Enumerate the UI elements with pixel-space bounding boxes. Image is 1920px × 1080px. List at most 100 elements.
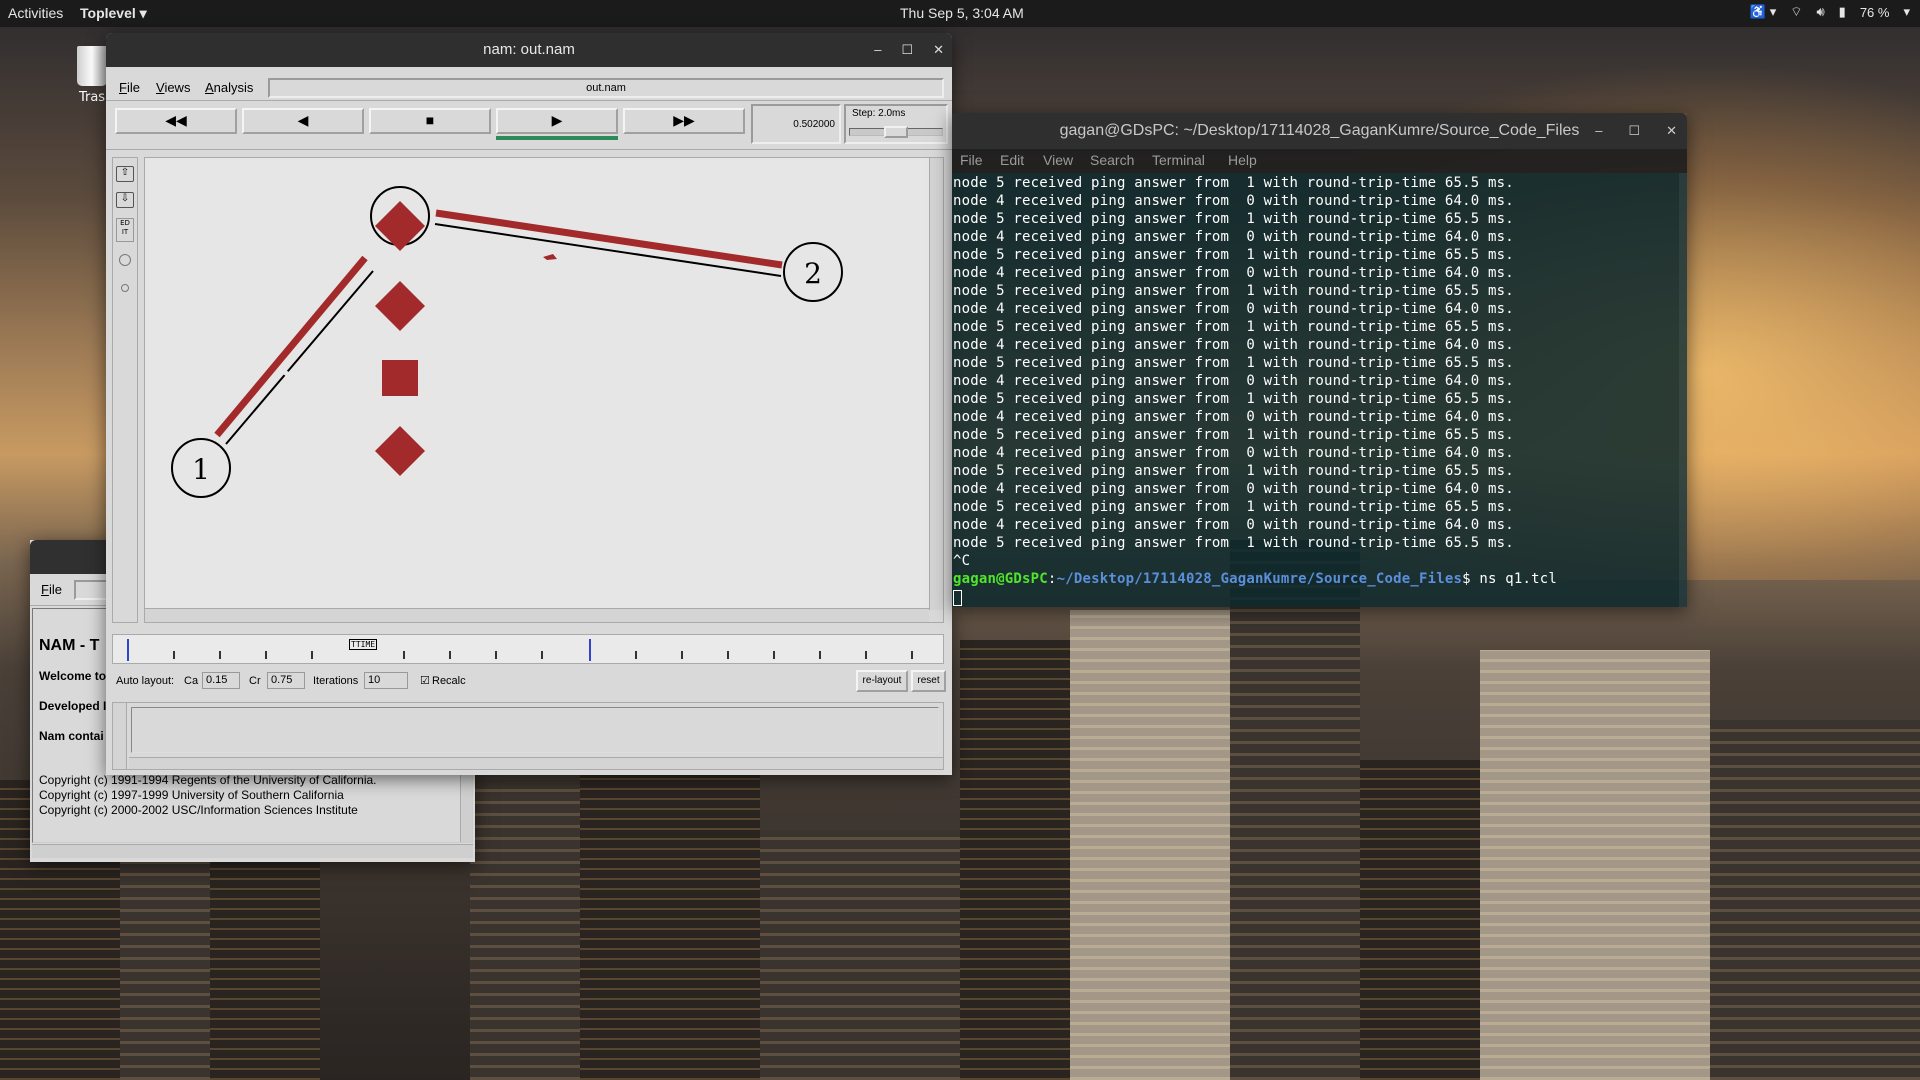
- terminal-line: node 4 received ping answer from 0 with …: [953, 409, 1514, 425]
- annotation-list[interactable]: [131, 707, 939, 753]
- terminal-menu-help[interactable]: Help: [1228, 152, 1257, 168]
- about-horizontal-scrollbar[interactable]: [32, 844, 473, 858]
- maximize-icon[interactable]: ☐: [1628, 113, 1640, 149]
- about-menu-file[interactable]: File: [41, 582, 62, 597]
- timeline-tick: [773, 651, 775, 659]
- terminal-line: node 5 received ping answer from 1 with …: [953, 355, 1514, 371]
- cr-input[interactable]: 0.75: [267, 672, 305, 689]
- queued-packet-diamond: [375, 426, 425, 476]
- stop-button[interactable]: ■: [369, 108, 491, 134]
- about-copyright-1: Copyright (c) 1991-1994 Regents of the U…: [39, 773, 377, 787]
- prompt-command: $ ns q1.tcl: [1462, 571, 1558, 587]
- node-tool-icon[interactable]: [119, 254, 131, 266]
- nam-menubar: File Views Analysis out.nam: [106, 67, 952, 101]
- rewind-button[interactable]: ◀◀: [115, 108, 237, 134]
- activities-button[interactable]: Activities: [8, 5, 63, 21]
- auto-layout-row: Auto layout: Ca 0.15 Cr 0.75 Iterations …: [106, 666, 952, 696]
- fast-forward-button[interactable]: ▶▶: [623, 108, 745, 134]
- terminal-line: node 5 received ping answer from 1 with …: [953, 211, 1514, 227]
- step-control[interactable]: Step: 2.0ms: [844, 104, 948, 144]
- edit-icon[interactable]: ED IT: [116, 218, 134, 242]
- canvas-vertical-scrollbar[interactable]: [929, 158, 943, 610]
- playback-bar: ◀◀ ◀ ■ ▶ ▶▶ 0.502000 Step: 2.0ms: [106, 102, 952, 150]
- app-menu-toplevel[interactable]: Toplevel ▾: [80, 5, 147, 22]
- timeline-tick: [495, 651, 497, 659]
- annotation-vertical-scrollbar[interactable]: [113, 703, 127, 769]
- zoom-out-icon[interactable]: ⇩: [116, 192, 134, 208]
- nam-main-window[interactable]: nam: out.nam – ☐ ✕ File Views Analysis o…: [106, 33, 952, 775]
- timeline-current-marker: [589, 639, 591, 661]
- relayout-button[interactable]: re-layout: [856, 670, 908, 692]
- about-developed: Developed I: [39, 699, 107, 713]
- nam-titlebar[interactable]: nam: out.nam – ☐ ✕: [106, 33, 952, 67]
- link-1-0: [225, 270, 374, 445]
- wallpaper-building: [1230, 540, 1360, 1080]
- terminal-line: node 5 received ping answer from 1 with …: [953, 463, 1514, 479]
- terminal-window[interactable]: gagan@GDsPC: ~/Desktop/17114028_GaganKum…: [952, 113, 1687, 607]
- menu-analysis[interactable]: Analysis: [205, 80, 253, 95]
- play-active-indicator: [496, 136, 618, 140]
- iterations-value: 10: [368, 674, 381, 686]
- iterations-label: Iterations: [313, 675, 359, 687]
- accessibility-icon: ♿ ▾: [1749, 4, 1777, 19]
- timeline[interactable]: TTIME: [112, 634, 944, 664]
- terminal-menu-edit[interactable]: Edit: [1000, 152, 1024, 168]
- timeline-tick: [219, 651, 221, 659]
- menu-file[interactable]: File: [119, 80, 140, 95]
- terminal-menu-view[interactable]: View: [1043, 152, 1073, 168]
- about-copyright-3: Copyright (c) 2000-2002 USC/Information …: [39, 803, 358, 817]
- network-canvas[interactable]: 1 2: [145, 158, 929, 610]
- clock[interactable]: Thu Sep 5, 3:04 AM: [900, 5, 1024, 21]
- about-contains: Nam contai: [39, 729, 104, 743]
- terminal-output[interactable]: node 5 received ping answer from 1 with …: [952, 173, 1687, 607]
- wallpaper-building: [1360, 760, 1480, 1080]
- timeline-tick: [173, 651, 175, 659]
- system-tray[interactable]: ♿ ▾ ⌔ 🔊︎ ▮ 76 % ▾: [1750, 4, 1910, 20]
- minimize-icon[interactable]: –: [874, 33, 881, 67]
- timeline-tick: [681, 651, 683, 659]
- step-slider-thumb[interactable]: [884, 126, 908, 138]
- timeline-tick: [865, 651, 867, 659]
- wallpaper-building: [1070, 610, 1230, 1080]
- recalc-label: Recalc: [432, 675, 466, 687]
- annotation-panel[interactable]: [112, 702, 944, 770]
- timeline-tick: [819, 651, 821, 659]
- recalc-checkbox[interactable]: ☑: [420, 674, 430, 687]
- terminal-line: node 5 received ping answer from 1 with …: [953, 175, 1514, 191]
- wallpaper-building: [960, 640, 1070, 1080]
- close-icon[interactable]: ✕: [1666, 113, 1677, 149]
- terminal-titlebar[interactable]: gagan@GDsPC: ~/Desktop/17114028_GaganKum…: [952, 113, 1687, 149]
- prompt-user: gagan@GDsPC: [953, 571, 1048, 587]
- annotation-horizontal-scrollbar[interactable]: [129, 757, 943, 769]
- terminal-scrollbar[interactable]: [1679, 173, 1687, 607]
- nam-window-title: nam: out.nam: [483, 41, 575, 58]
- menu-views[interactable]: Views: [156, 80, 190, 95]
- wallpaper-building: [760, 830, 960, 1080]
- close-icon[interactable]: ✕: [933, 33, 944, 67]
- iterations-input[interactable]: 10: [364, 672, 408, 689]
- rewind-icon: ◀◀: [165, 112, 187, 128]
- terminal-line: node 4 received ping answer from 0 with …: [953, 517, 1514, 533]
- queued-packet-diamond: [375, 281, 425, 331]
- zoom-in-icon[interactable]: ⇧: [116, 166, 134, 182]
- filename-field: out.nam: [268, 78, 944, 98]
- terminal-line: node 4 received ping answer from 0 with …: [953, 337, 1514, 353]
- edit-icon-label: ED IT: [120, 219, 130, 236]
- terminal-menu-terminal[interactable]: Terminal: [1152, 152, 1205, 168]
- terminal-line: node 4 received ping answer from 0 with …: [953, 301, 1514, 317]
- step-back-button[interactable]: ◀: [242, 108, 364, 134]
- terminal-title: gagan@GDsPC: ~/Desktop/17114028_GaganKum…: [1059, 122, 1580, 139]
- maximize-icon[interactable]: ☐: [901, 33, 913, 67]
- small-node-tool-icon[interactable]: [121, 284, 129, 292]
- terminal-menu-search[interactable]: Search: [1090, 152, 1134, 168]
- minimize-icon[interactable]: –: [1595, 113, 1602, 149]
- timeline-time-marker[interactable]: TTIME: [349, 639, 378, 650]
- reset-button[interactable]: reset: [911, 670, 946, 692]
- canvas-horizontal-scrollbar[interactable]: [145, 608, 929, 622]
- packet-stream-link-1: [214, 255, 368, 438]
- play-backward-icon: ◀: [297, 112, 309, 128]
- terminal-menu-file[interactable]: File: [960, 152, 983, 168]
- play-button[interactable]: ▶: [496, 108, 618, 134]
- ca-input[interactable]: 0.15: [202, 672, 240, 689]
- ca-label: Ca: [184, 675, 199, 687]
